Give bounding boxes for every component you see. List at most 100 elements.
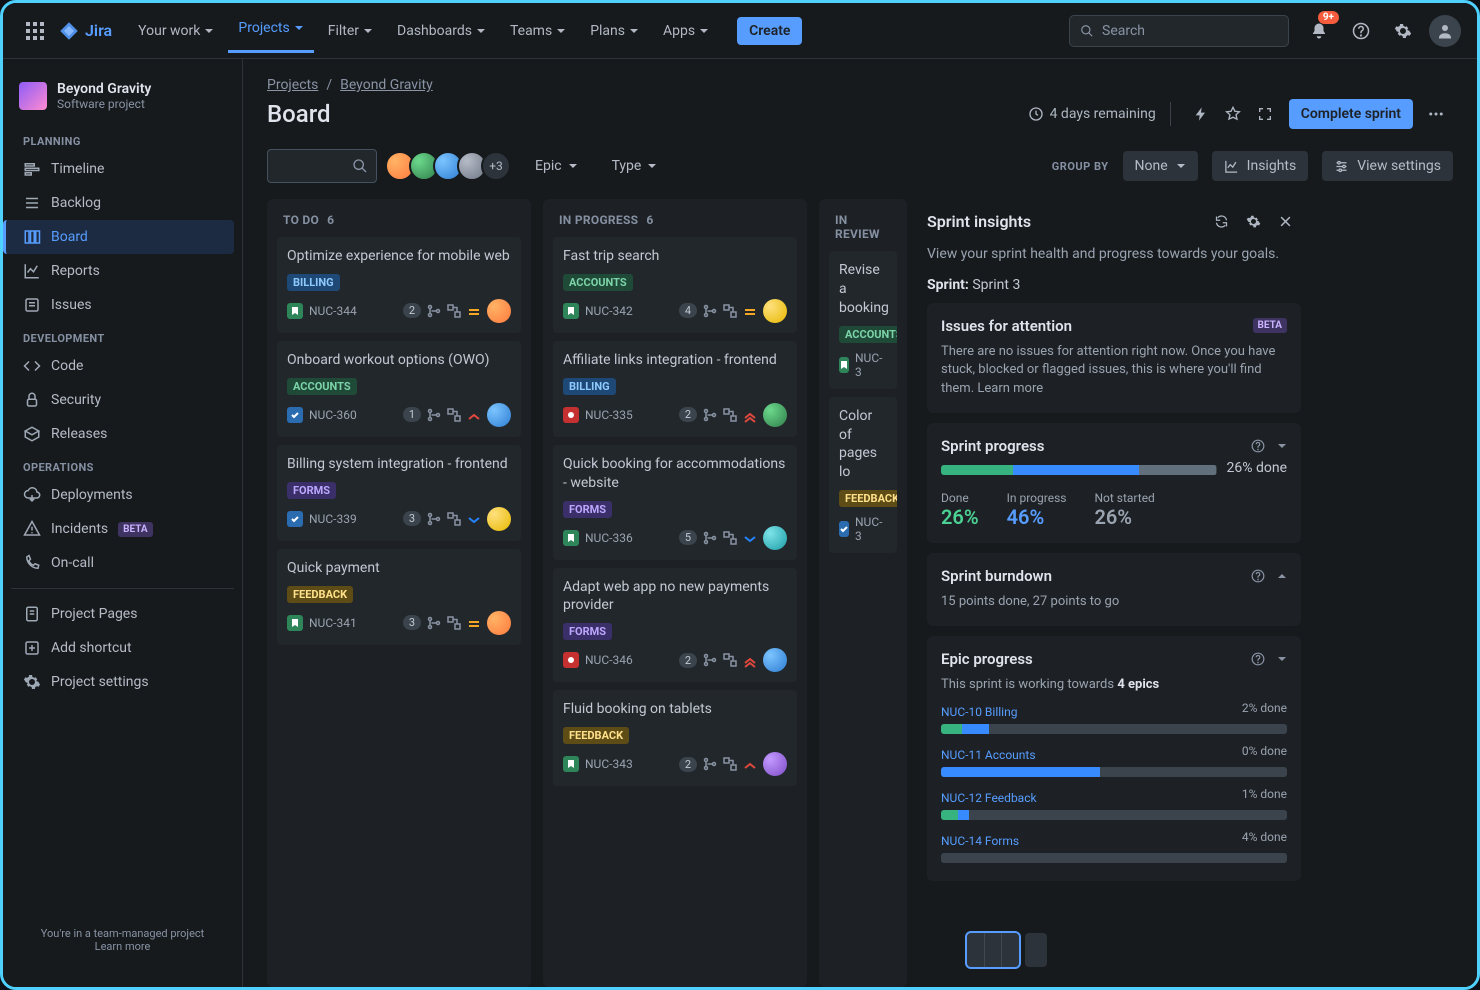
help-icon[interactable] <box>1345 15 1377 47</box>
search-icon <box>1080 24 1094 38</box>
panel-issues-for-attention: Issues for attention BETA There are no i… <box>927 303 1301 414</box>
insights-button[interactable]: Insights <box>1212 151 1309 181</box>
chevron-down-icon <box>568 161 578 171</box>
star-icon[interactable] <box>1217 98 1249 130</box>
issue-card[interactable]: Affiliate links integration - frontend B… <box>553 341 797 437</box>
project-icon <box>19 82 47 110</box>
epic-link[interactable]: NUC-14 Forms <box>941 834 1019 848</box>
sidebar-item-backlog[interactable]: Backlog <box>11 186 234 220</box>
sidebar-item-incidents[interactable]: IncidentsBETA <box>11 512 234 546</box>
board-minimap[interactable] <box>967 933 1047 967</box>
sidebar-item-deployments[interactable]: Deployments <box>11 478 234 512</box>
priority-icon <box>743 653 757 667</box>
chevron-down-icon[interactable] <box>1277 441 1287 451</box>
global-search[interactable]: Search <box>1069 15 1289 47</box>
project-header[interactable]: Beyond Gravity Software project <box>11 75 234 125</box>
automation-icon[interactable] <box>1185 98 1217 130</box>
card-title: Fast trip search <box>563 247 787 266</box>
fullscreen-icon[interactable] <box>1249 98 1281 130</box>
help-icon[interactable] <box>1251 439 1265 453</box>
breadcrumb-projects[interactable]: Projects <box>267 77 318 93</box>
epic-link[interactable]: NUC-11 Accounts <box>941 748 1036 762</box>
epic-row[interactable]: NUC-14 Forms4% done <box>941 824 1287 867</box>
epic-row[interactable]: NUC-10 Billing2% done <box>941 695 1287 738</box>
branch-icon <box>703 531 717 545</box>
priority-icon <box>467 304 481 318</box>
story-points-badge: 1 <box>403 407 421 422</box>
group-by-label: GROUP BY <box>1052 160 1109 173</box>
subtask-icon <box>723 408 737 422</box>
epic-row[interactable]: NUC-12 Feedback1% done <box>941 781 1287 824</box>
issue-card[interactable]: Revise a booking ACCOUNTS NUC-3 <box>829 251 897 389</box>
jira-logo[interactable]: Jira <box>59 21 112 41</box>
epic-link[interactable]: NUC-10 Billing <box>941 705 1017 719</box>
issue-key: NUC-3 <box>855 515 882 543</box>
nav-item-filter[interactable]: Filter <box>318 15 383 47</box>
issue-card[interactable]: Adapt web app no new payments provider F… <box>553 568 797 683</box>
type-filter[interactable]: Type <box>602 152 668 180</box>
avatar-more[interactable]: +3 <box>481 151 511 181</box>
sidebar-item-releases[interactable]: Releases <box>11 417 234 451</box>
sidebar-item-add-shortcut[interactable]: Add shortcut <box>11 631 234 665</box>
notif-badge: 9+ <box>1318 11 1339 24</box>
settings-icon[interactable] <box>1387 15 1419 47</box>
issue-card[interactable]: Billing system integration - frontend FO… <box>277 445 521 541</box>
nav-item-projects[interactable]: Projects <box>228 12 313 53</box>
priority-icon <box>743 408 757 422</box>
nav-item-your-work[interactable]: Your work <box>128 15 224 47</box>
board-column-to-do: TO DO6Optimize experience for mobile web… <box>267 199 531 987</box>
search-placeholder: Search <box>1102 23 1145 39</box>
issue-card[interactable]: Optimize experience for mobile web BILLI… <box>277 237 521 333</box>
epic-row[interactable]: NUC-11 Accounts 0% done <box>941 738 1287 781</box>
nav-item-plans[interactable]: Plans <box>580 15 649 47</box>
sidebar-item-project-settings[interactable]: Project settings <box>11 665 234 699</box>
issue-type-icon <box>563 407 579 423</box>
learn-more-link[interactable]: Learn more <box>95 940 151 953</box>
issue-card[interactable]: Quick payment FEEDBACK NUC-341 3 <box>277 549 521 645</box>
help-icon[interactable] <box>1251 652 1265 666</box>
epic-tag: ACCOUNTS <box>839 326 897 343</box>
issue-card[interactable]: Quick booking for accommodations - websi… <box>553 445 797 560</box>
sidebar-item-on-call[interactable]: On-call <box>11 546 234 580</box>
more-actions-icon[interactable] <box>1419 97 1453 131</box>
profile-avatar[interactable] <box>1429 15 1461 47</box>
board-search[interactable] <box>267 149 377 183</box>
issue-card[interactable]: Color of pages lo FEEDBACK NUC-3 <box>829 397 897 554</box>
issue-card[interactable]: Fluid booking on tablets FEEDBACK NUC-34… <box>553 690 797 786</box>
create-button[interactable]: Create <box>737 17 802 45</box>
view-settings-button[interactable]: View settings <box>1322 151 1453 181</box>
sidebar-item-reports[interactable]: Reports <box>11 254 234 288</box>
epic-filter[interactable]: Epic <box>525 152 588 180</box>
insights-title: Sprint insights <box>927 212 1205 231</box>
top-nav: Jira Your workProjectsFilterDashboardsTe… <box>3 3 1477 59</box>
sidebar-item-timeline[interactable]: Timeline <box>11 152 234 186</box>
app-switcher-icon[interactable] <box>19 15 51 47</box>
nav-item-dashboards[interactable]: Dashboards <box>387 15 496 47</box>
complete-sprint-button[interactable]: Complete sprint <box>1289 99 1413 129</box>
sidebar-item-issues[interactable]: Issues <box>11 288 234 322</box>
breadcrumb-project[interactable]: Beyond Gravity <box>340 77 433 93</box>
chevron-down-icon[interactable] <box>1277 654 1287 664</box>
panel-settings-icon[interactable] <box>1237 205 1269 237</box>
epic-link[interactable]: NUC-12 Feedback <box>941 791 1037 805</box>
sidebar-item-code[interactable]: Code <box>11 349 234 383</box>
sidebar-item-board[interactable]: Board <box>3 220 234 254</box>
chevron-up-icon[interactable] <box>1277 571 1287 581</box>
help-icon[interactable] <box>1251 569 1265 583</box>
sidebar-item-security[interactable]: Security <box>11 383 234 417</box>
epic-done-label: 0% done <box>1242 744 1287 758</box>
issue-card[interactable]: Fast trip search ACCOUNTS NUC-342 4 <box>553 237 797 333</box>
issue-card[interactable]: Onboard workout options (OWO) ACCOUNTS N… <box>277 341 521 437</box>
assignee-filter-avatars[interactable]: +3 <box>391 151 511 181</box>
subtask-icon <box>723 757 737 771</box>
nav-item-teams[interactable]: Teams <box>500 15 576 47</box>
nav-item-apps[interactable]: Apps <box>653 15 719 47</box>
sidebar-item-project-pages[interactable]: Project Pages <box>11 597 234 631</box>
group-by-select[interactable]: None <box>1123 151 1198 181</box>
refresh-icon[interactable] <box>1205 205 1237 237</box>
close-icon[interactable] <box>1269 205 1301 237</box>
issue-type-icon <box>287 511 303 527</box>
chart-icon <box>1224 159 1239 174</box>
notifications-icon[interactable]: 9+ <box>1303 15 1335 47</box>
issue-key: NUC-3 <box>855 351 882 379</box>
